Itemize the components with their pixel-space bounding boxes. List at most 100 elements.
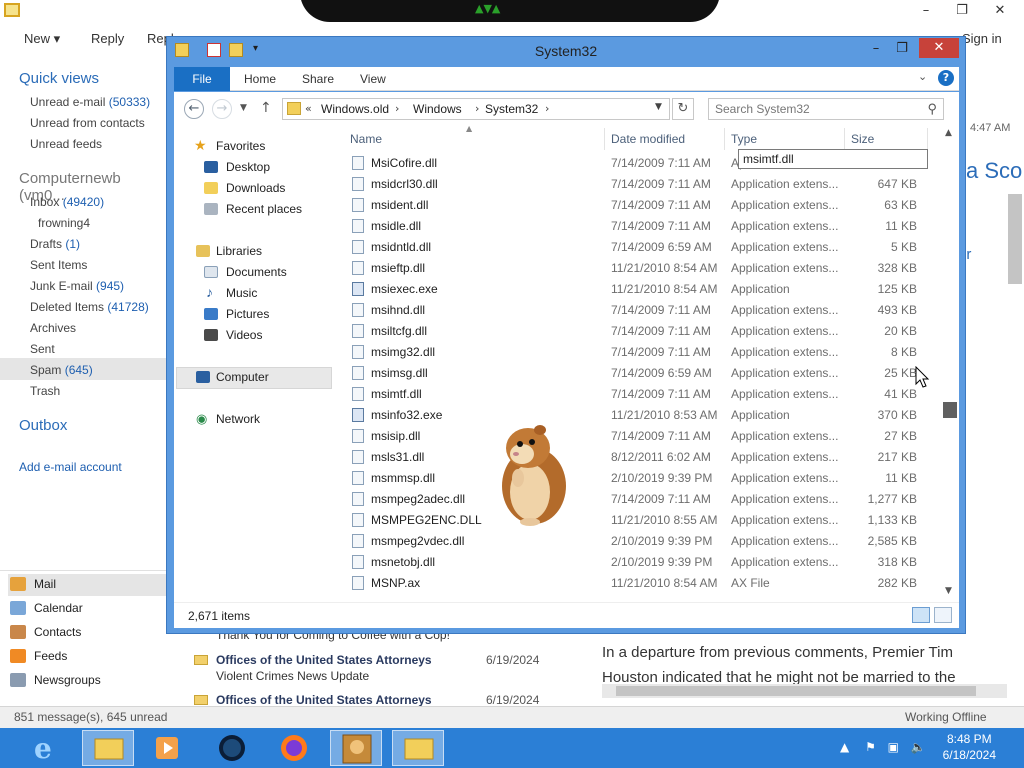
folder-inbox[interactable]: Inbox (49420) <box>30 195 104 209</box>
minimize-button[interactable]: – <box>863 39 889 59</box>
file-row[interactable]: msiltcfg.dll 7/14/2009 7:11 AM Application… <box>342 321 932 342</box>
column-name[interactable]: Name <box>350 132 382 146</box>
folder-sent-items[interactable]: Sent Items <box>30 258 87 272</box>
vertical-scrollbar[interactable]: ▲ ▼ <box>942 126 959 602</box>
reply-button[interactable]: Reply <box>91 31 124 46</box>
tab-file[interactable]: File <box>174 67 230 91</box>
clock[interactable]: 8:48 PM 6/18/2024 <box>943 731 996 763</box>
scroll-up-icon[interactable]: ▲ <box>945 128 952 138</box>
file-row[interactable]: msiexec.exe 11/21/2010 8:54 AM Application… <box>342 279 932 300</box>
file-row[interactable]: msieftp.dll 11/21/2010 8:54 AM Application… <box>342 258 932 279</box>
folder-archives[interactable]: Archives <box>30 321 76 335</box>
nav-documents[interactable]: Documents <box>204 265 287 279</box>
sign-in-link[interactable]: Sign in <box>962 31 1002 46</box>
breadcrumb-separator[interactable]: › <box>395 102 399 115</box>
maximize-button[interactable]: ❐ <box>889 39 915 59</box>
flag-icon[interactable]: ⚑ <box>865 740 876 754</box>
nav-mail[interactable]: Mail <box>8 574 166 596</box>
file-row[interactable]: msimg32.dll 7/14/2009 7:11 AM Application … <box>342 342 932 363</box>
file-row[interactable]: msidntld.dll 7/14/2009 6:59 AM Application… <box>342 237 932 258</box>
forward-button[interactable]: → <box>212 99 232 119</box>
scrollbar-thumb[interactable] <box>943 402 957 418</box>
nav-desktop[interactable]: Desktop <box>204 160 270 174</box>
nav-videos[interactable]: Videos <box>204 328 262 342</box>
file-row[interactable]: msnetobj.dll 2/10/2019 9:39 PM Application… <box>342 552 932 573</box>
tab-home[interactable]: Home <box>244 72 276 86</box>
help-icon[interactable]: ? <box>938 70 954 86</box>
file-row[interactable]: MSMPEG2ENC.DLL 11/21/2010 8:55 AM Applicat… <box>342 510 932 531</box>
file-row[interactable]: msidle.dll 7/14/2009 7:11 AM Application e… <box>342 216 932 237</box>
quick-view-unread-feeds[interactable]: Unread feeds <box>30 137 102 151</box>
show-hidden-icon[interactable]: ▲ <box>840 740 849 754</box>
close-button[interactable]: ✕ <box>919 38 959 58</box>
folder-drafts[interactable]: Drafts (1) <box>30 237 80 251</box>
file-row[interactable]: MSNP.ax 11/21/2010 8:54 AM AX File 282 KB <box>342 573 932 594</box>
folder-spam[interactable]: Spam (645) <box>30 363 93 377</box>
globe-taskbar-button[interactable] <box>206 730 258 766</box>
nav-downloads[interactable]: Downloads <box>204 181 285 195</box>
expand-ribbon-icon[interactable]: ⌄ <box>918 70 927 83</box>
address-bar[interactable]: « Windows.old › Windows › System32 › ▼ <box>282 98 670 120</box>
system-tray[interactable]: ▲ ⚑ ▣ 🔈 <box>840 740 940 756</box>
nav-recent-places[interactable]: Recent places <box>204 202 302 216</box>
hamster-character[interactable] <box>494 418 574 528</box>
tab-share[interactable]: Share <box>302 72 334 86</box>
refresh-button[interactable]: ↻ <box>672 98 694 120</box>
nav-calendar[interactable]: Calendar <box>8 598 166 620</box>
file-row[interactable]: msimsg.dll 7/14/2009 6:59 AM Application e… <box>342 363 932 384</box>
breadcrumb-separator[interactable]: › <box>475 102 479 115</box>
breadcrumb-windows[interactable]: Windows <box>413 102 462 116</box>
reading-hscrollbar[interactable] <box>602 684 1007 698</box>
large-icons-view-icon[interactable] <box>934 607 952 623</box>
file-row[interactable]: msmpeg2adec.dll 7/14/2009 7:11 AM Applicat… <box>342 489 932 510</box>
nav-network[interactable]: ◉ Network <box>196 411 260 426</box>
file-row[interactable]: msinfo32.exe 11/21/2010 8:53 AM Applicatio… <box>342 405 932 426</box>
search-input[interactable]: Search System32 ⚲ <box>708 98 944 120</box>
firefox-taskbar-button[interactable] <box>268 730 320 766</box>
explorer2-taskbar-button[interactable] <box>392 730 444 766</box>
file-row[interactable]: msimtf.dll 7/14/2009 7:11 AM Application e… <box>342 384 932 405</box>
folder-trash[interactable]: Trash <box>30 384 60 398</box>
quick-view-unread-email[interactable]: Unread e-mail (50333) <box>30 95 150 109</box>
file-row[interactable]: msmpeg2vdec.dll 2/10/2019 9:39 PM Applicat… <box>342 531 932 552</box>
new-button[interactable]: New ▾ <box>24 31 60 47</box>
nav-computer[interactable]: Computer <box>196 370 269 384</box>
file-row[interactable]: msident.dll 7/14/2009 7:11 AM Application … <box>342 195 932 216</box>
media-taskbar-button[interactable] <box>142 730 194 766</box>
column-size[interactable]: Size <box>851 132 874 146</box>
tab-view[interactable]: View <box>360 72 386 86</box>
bonzi-taskbar-button[interactable] <box>330 730 382 766</box>
message-sender[interactable]: Offices of the United States Attorneys <box>216 693 432 707</box>
breadcrumb-system32[interactable]: System32 <box>485 102 538 116</box>
address-dropdown-icon[interactable]: ▼ <box>655 102 662 112</box>
breadcrumb-separator[interactable]: › <box>545 102 549 115</box>
nav-music[interactable]: ♪ Music <box>204 284 257 300</box>
message-sender[interactable]: Offices of the United States Attorneys <box>216 653 432 667</box>
column-type[interactable]: Type <box>731 132 757 146</box>
explorer-titlebar[interactable]: ▾ System32 – ❐ ✕ <box>167 37 965 65</box>
file-row[interactable]: msidcrl30.dll 7/14/2009 7:11 AM Applicatio… <box>342 174 932 195</box>
folder-sent[interactable]: Sent <box>30 342 55 356</box>
details-view-icon[interactable] <box>912 607 930 623</box>
network-icon[interactable]: ▣ <box>888 740 899 754</box>
reading-scrollbar[interactable] <box>1008 194 1022 284</box>
ie-taskbar-button[interactable]: e <box>20 730 72 766</box>
nav-libraries[interactable]: Libraries <box>196 244 262 258</box>
mail-maximize-button[interactable]: ❐ <box>948 0 976 22</box>
folder-junk[interactable]: Junk E-mail (945) <box>30 279 124 293</box>
folder-frowning4[interactable]: frowning4 <box>38 216 90 230</box>
volume-icon[interactable]: 🔈 <box>911 740 926 754</box>
back-button[interactable]: ← <box>184 99 204 119</box>
scroll-down-icon[interactable]: ▼ <box>945 586 952 596</box>
nav-newsgroups[interactable]: Newsgroups <box>8 670 166 692</box>
folder-deleted[interactable]: Deleted Items (41728) <box>30 300 149 314</box>
nav-pictures[interactable]: Pictures <box>204 307 269 321</box>
rename-tooltip[interactable]: msimtf.dll <box>738 149 928 169</box>
quick-view-unread-contacts[interactable]: Unread from contacts <box>30 116 145 130</box>
explorer-taskbar-button[interactable] <box>82 730 134 766</box>
quick-views-heading[interactable]: Quick views <box>19 70 99 87</box>
mail-close-button[interactable]: ✕ <box>986 0 1014 22</box>
mail-minimize-button[interactable]: – <box>912 0 940 22</box>
nav-favorites[interactable]: ★ Favorites <box>194 137 265 153</box>
nav-contacts[interactable]: Contacts <box>8 622 166 644</box>
